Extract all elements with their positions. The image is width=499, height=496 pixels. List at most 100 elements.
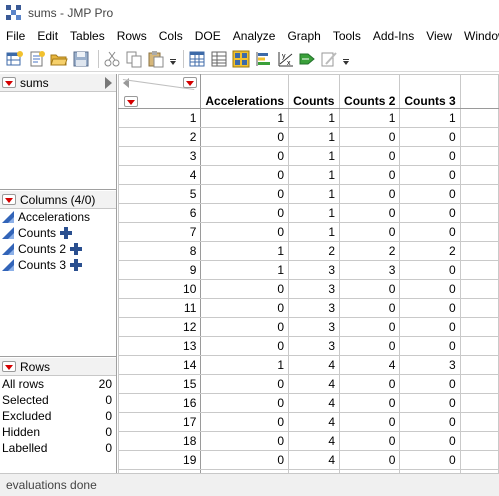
table-cell[interactable]: 0	[200, 184, 290, 204]
menu-analyze[interactable]: Analyze	[227, 29, 282, 43]
table-cell[interactable]: 0	[399, 450, 461, 470]
save-icon[interactable]	[72, 50, 90, 68]
table-cell[interactable]: 0	[339, 317, 401, 337]
table-cell[interactable]: 0	[399, 146, 461, 166]
collapse-triangle-icon[interactable]	[105, 76, 112, 89]
table-cell[interactable]: 0	[200, 317, 290, 337]
table-cell[interactable]: 1	[288, 203, 341, 223]
column-header-empty[interactable]	[459, 74, 499, 109]
table-cell-empty[interactable]	[459, 298, 499, 318]
table-row[interactable]: 11 0 3 0 0	[118, 298, 499, 318]
table-row[interactable]: 18 0 4 0 0	[118, 431, 499, 451]
column-header-counts-3[interactable]: Counts 3	[399, 74, 461, 109]
table-cell[interactable]: 0	[200, 431, 290, 451]
table-cell[interactable]: 4	[288, 374, 341, 394]
menu-add-ins[interactable]: Add-Ins	[367, 29, 420, 43]
table-cell[interactable]: 0	[399, 165, 461, 185]
column-list-item[interactable]: Counts 2	[0, 241, 116, 257]
table-cell[interactable]: 0	[399, 222, 461, 242]
table-cell[interactable]: 4	[339, 355, 401, 375]
fit-model-icon[interactable]: yx	[276, 50, 294, 68]
table-cell-empty[interactable]	[459, 393, 499, 413]
row-number[interactable]: 16	[118, 393, 202, 413]
menu-graph[interactable]: Graph	[281, 29, 326, 43]
table-cell[interactable]: 4	[288, 355, 341, 375]
table-cell-empty[interactable]	[459, 260, 499, 280]
table-cell[interactable]: 0	[200, 374, 290, 394]
table-cell[interactable]: 0	[339, 222, 401, 242]
table-row[interactable]: 17 0 4 0 0	[118, 412, 499, 432]
table-cell[interactable]: 0	[339, 412, 401, 432]
table-cell[interactable]: 0	[200, 393, 290, 413]
table-cell-empty[interactable]	[459, 108, 499, 128]
red-triangle-menu-icon[interactable]	[2, 361, 16, 372]
row-number[interactable]: 4	[118, 165, 202, 185]
table-cell[interactable]: 1	[288, 165, 341, 185]
table-cell[interactable]: 0	[399, 203, 461, 223]
table-row[interactable]: 30100	[118, 146, 499, 166]
data-grid-icon[interactable]	[210, 50, 228, 68]
table-cell[interactable]: 0	[339, 203, 401, 223]
row-number[interactable]: 10	[118, 279, 202, 299]
row-number[interactable]: 11	[118, 298, 202, 318]
table-cell[interactable]: 0	[399, 279, 461, 299]
table-cell[interactable]: 4	[288, 431, 341, 451]
row-number[interactable]: 2	[118, 127, 202, 147]
column-header-accelerations[interactable]: Accelerations	[200, 74, 290, 109]
table-row[interactable]: 20100	[118, 127, 499, 147]
row-number[interactable]: 13	[118, 336, 202, 356]
table-cell[interactable]: 2	[288, 241, 341, 261]
row-number[interactable]: 14	[118, 355, 202, 375]
table-cell[interactable]: 0	[200, 336, 290, 356]
menu-edit[interactable]: Edit	[31, 29, 64, 43]
table-cell-empty[interactable]	[459, 241, 499, 261]
table-cell[interactable]: 0	[339, 165, 401, 185]
row-number[interactable]: 18	[118, 431, 202, 451]
table-cell[interactable]: 0	[399, 317, 461, 337]
table-cell-empty[interactable]	[459, 203, 499, 223]
row-number[interactable]: 9	[118, 260, 202, 280]
table-cell-empty[interactable]	[459, 355, 499, 375]
table-row[interactable]: 40100	[118, 165, 499, 185]
menu-file[interactable]: File	[0, 29, 31, 43]
edit-script-icon[interactable]	[320, 50, 338, 68]
table-cell[interactable]: 0	[339, 127, 401, 147]
table-cell[interactable]: 0	[399, 336, 461, 356]
column-list-item[interactable]: Accelerations	[0, 209, 116, 225]
column-list-item[interactable]: Counts	[0, 225, 116, 241]
table-row[interactable]: 19 0 4 0 0	[118, 450, 499, 470]
table-row[interactable]: 14 1 4 4 3	[118, 355, 499, 375]
menu-cols[interactable]: Cols	[153, 29, 189, 43]
table-cell[interactable]: 1	[399, 108, 461, 128]
table-row[interactable]: 50100	[118, 184, 499, 204]
table-cell-empty[interactable]	[459, 146, 499, 166]
row-number[interactable]: 1	[118, 108, 202, 128]
table-row[interactable]: 81222	[118, 241, 499, 261]
table-cell-empty[interactable]	[459, 450, 499, 470]
copy-icon[interactable]	[125, 50, 143, 68]
table-cell-empty[interactable]	[459, 127, 499, 147]
table-cell[interactable]: 0	[339, 146, 401, 166]
table-row[interactable]: 10 0 3 0 0	[118, 279, 499, 299]
menu-window[interactable]: Window	[458, 29, 499, 43]
table-cell[interactable]: 3	[288, 260, 341, 280]
table-cell[interactable]: 0	[339, 450, 401, 470]
menu-view[interactable]: View	[420, 29, 458, 43]
table-row[interactable]: 60100	[118, 203, 499, 223]
table-row[interactable]: 12 0 3 0 0	[118, 317, 499, 337]
table-cell[interactable]: 1	[200, 108, 290, 128]
fit-y-by-x-icon[interactable]	[254, 50, 272, 68]
table-cell[interactable]: 1	[288, 127, 341, 147]
table-cell[interactable]: 0	[399, 374, 461, 394]
menu-tables[interactable]: Tables	[64, 29, 111, 43]
table-cell[interactable]: 0	[399, 298, 461, 318]
paste-icon[interactable]	[147, 50, 165, 68]
table-cell[interactable]: 0	[200, 298, 290, 318]
table-cell[interactable]: 0	[339, 336, 401, 356]
table-cell[interactable]: 3	[288, 317, 341, 337]
table-cell[interactable]: 3	[288, 336, 341, 356]
table-cell[interactable]: 2	[339, 241, 401, 261]
table-cell[interactable]: 0	[399, 393, 461, 413]
table-cell-empty[interactable]	[459, 317, 499, 337]
table-cell[interactable]: 0	[200, 203, 290, 223]
